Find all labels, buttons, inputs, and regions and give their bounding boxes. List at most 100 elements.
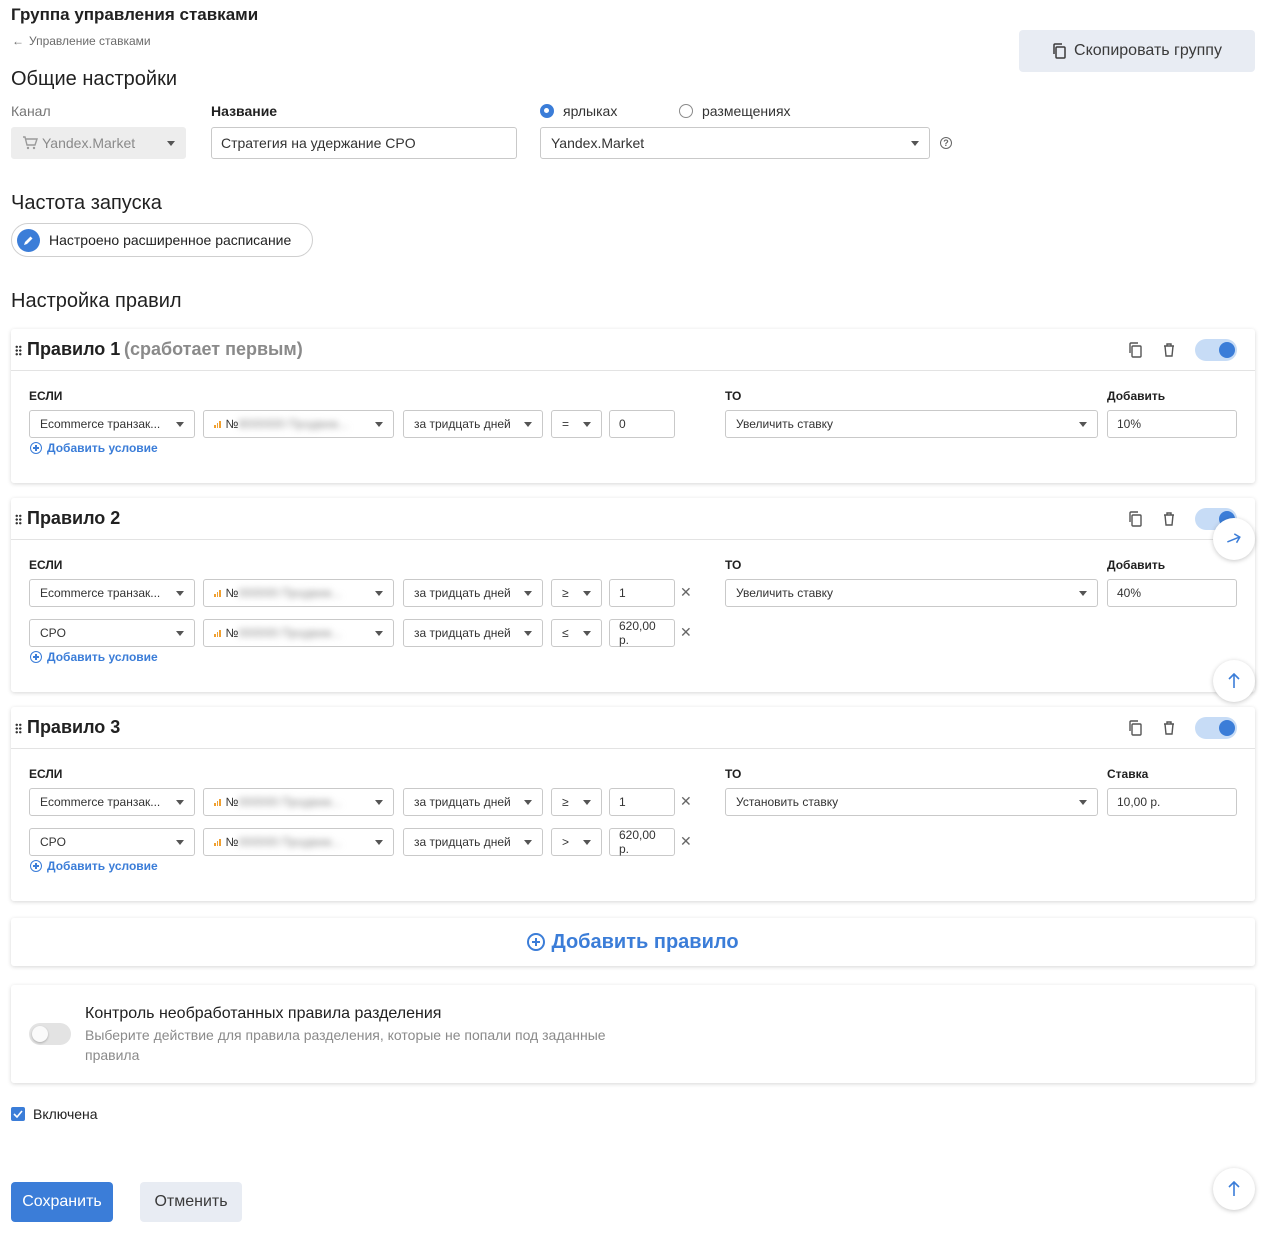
action-value-input[interactable]: 10,00 р. — [1107, 788, 1237, 816]
target-select[interactable]: Yandex.Market — [540, 127, 930, 159]
condition-value-input[interactable]: 620,00 р. — [609, 828, 675, 856]
rule-subtitle: (сработает первым) — [124, 339, 303, 359]
action-value-input[interactable]: 10% — [1107, 410, 1237, 438]
remove-condition-icon[interactable]: ✕ — [680, 833, 692, 850]
breadcrumb-link[interactable]: Управление ставками — [29, 34, 151, 48]
operator-value: ≥ — [562, 795, 569, 809]
action-select[interactable]: Установить ставку — [725, 788, 1098, 816]
action-value-input[interactable]: 40% — [1107, 579, 1237, 607]
remove-condition-icon[interactable]: ✕ — [680, 624, 692, 641]
breadcrumb[interactable]: ← Управление ставками — [12, 34, 151, 48]
object-hidden-text: 8000000 Продвиж... — [238, 417, 349, 431]
drag-handle-icon[interactable] — [15, 723, 22, 734]
cancel-button[interactable]: Отменить — [140, 1182, 242, 1222]
condition-period-select[interactable]: за тридцать дней — [403, 579, 543, 607]
copy-group-label: Скопировать группу — [1074, 42, 1222, 59]
scroll-right-button[interactable] — [1213, 518, 1255, 560]
rule-toggle[interactable] — [1195, 717, 1237, 739]
value-label: Добавить — [1107, 389, 1166, 403]
radio-labels-text: ярлыках — [563, 103, 618, 119]
delete-rule-icon[interactable] — [1160, 510, 1178, 528]
general-settings-title: Общие настройки — [11, 68, 177, 90]
copy-rule-icon[interactable] — [1126, 510, 1144, 528]
add-condition-button[interactable]: Добавить условие — [30, 859, 158, 873]
condition-value-input[interactable]: 620,00 р. — [609, 619, 675, 647]
rule-header: Правило 2 — [11, 498, 1255, 540]
bar-chart-icon — [214, 420, 221, 428]
add-rule-label: Добавить правило — [551, 930, 739, 953]
operator-value: = — [562, 417, 570, 431]
chevron-down-icon — [375, 631, 383, 636]
add-rule-button[interactable]: Добавить правило — [11, 918, 1255, 966]
chevron-down-icon — [1079, 422, 1087, 427]
condition-object-select[interactable]: № 000000 Продвиж... — [203, 788, 394, 816]
condition-metric-select[interactable]: Ecommerce транзак... — [29, 788, 195, 816]
chevron-down-icon — [1079, 800, 1087, 805]
condition-operator-select[interactable]: > — [551, 828, 602, 856]
rule-toggle[interactable] — [1195, 339, 1237, 361]
condition-value-input[interactable]: 0 — [609, 410, 675, 438]
remove-condition-icon[interactable]: ✕ — [680, 793, 692, 810]
chevron-down-icon — [583, 631, 591, 636]
condition-operator-select[interactable]: ≥ — [551, 788, 602, 816]
condition-metric-select[interactable]: Ecommerce транзак... — [29, 410, 195, 438]
period-value: за тридцать дней — [414, 626, 511, 640]
condition-object-select[interactable]: № 000000 Продвиж... — [203, 828, 394, 856]
metric-value: Ecommerce транзак... — [40, 586, 161, 600]
condition-operator-select[interactable]: ≥ — [551, 579, 602, 607]
copy-group-button[interactable]: Скопировать группу — [1019, 30, 1255, 72]
condition-object-select[interactable]: № 000000 Продвиж... — [203, 579, 394, 607]
save-button[interactable]: Сохранить — [11, 1182, 113, 1222]
condition-metric-select[interactable]: CPO — [29, 828, 195, 856]
copy-rule-icon[interactable] — [1126, 719, 1144, 737]
condition-period-select[interactable]: за тридцать дней — [403, 619, 543, 647]
unprocessed-control-card: Контроль необработанных правила разделен… — [11, 985, 1255, 1083]
drag-handle-icon[interactable] — [15, 514, 22, 525]
period-value: за тридцать дней — [414, 835, 511, 849]
action-select[interactable]: Увеличить ставку — [725, 410, 1098, 438]
condition-object-select[interactable]: № 8000000 Продвиж... — [203, 410, 394, 438]
condition-object-select[interactable]: № 000000 Продвиж... — [203, 619, 394, 647]
unprocessed-toggle[interactable] — [29, 1023, 71, 1045]
condition-period-select[interactable]: за тридцать дней — [403, 410, 543, 438]
bar-chart-icon — [214, 589, 221, 597]
enabled-checkbox[interactable]: Включена — [11, 1106, 98, 1122]
condition-value-input[interactable]: 1 — [609, 579, 675, 607]
scroll-top-button-bottom[interactable] — [1213, 1168, 1255, 1210]
condition-period-select[interactable]: за тридцать дней — [403, 788, 543, 816]
add-condition-label: Добавить условие — [47, 859, 158, 873]
condition-value-input[interactable]: 1 — [609, 788, 675, 816]
condition-value: 620,00 р. — [619, 828, 656, 856]
radio-labels[interactable]: ярлыках — [540, 103, 617, 119]
copy-rule-icon[interactable] — [1126, 341, 1144, 359]
action-select[interactable]: Увеличить ставку — [725, 579, 1098, 607]
add-condition-button[interactable]: Добавить условие — [30, 650, 158, 664]
scroll-top-button[interactable] — [1213, 660, 1255, 702]
condition-value: 0 — [619, 417, 626, 431]
delete-rule-icon[interactable] — [1160, 341, 1178, 359]
rule-title: Правило 1 — [27, 339, 121, 359]
object-hidden-text: 000000 Продвиж... — [238, 795, 342, 809]
delete-rule-icon[interactable] — [1160, 719, 1178, 737]
chevron-down-icon — [375, 840, 383, 845]
schedule-button[interactable]: Настроено расширенное расписание — [11, 223, 313, 257]
condition-operator-select[interactable]: = — [551, 410, 602, 438]
add-condition-button[interactable]: Добавить условие — [30, 441, 158, 455]
radio-placements[interactable]: размещениях — [679, 103, 791, 119]
chevron-down-icon — [583, 840, 591, 845]
condition-metric-select[interactable]: CPO — [29, 619, 195, 647]
remove-condition-icon[interactable]: ✕ — [680, 584, 692, 601]
drag-handle-icon[interactable] — [15, 345, 22, 356]
object-hidden-text: 000000 Продвиж... — [238, 835, 342, 849]
rules-title: Настройка правил — [11, 290, 182, 312]
condition-metric-select[interactable]: Ecommerce транзак... — [29, 579, 195, 607]
rule-title: Правило 3 — [27, 717, 121, 737]
rule-header: Правило 3 — [11, 707, 1255, 749]
checkbox-checked-icon — [11, 1107, 25, 1121]
name-input[interactable]: Стратегия на удержание CPO — [211, 127, 517, 159]
condition-period-select[interactable]: за тридцать дней — [403, 828, 543, 856]
arrow-right-icon — [1227, 533, 1241, 544]
help-icon[interactable]: ? — [940, 137, 952, 149]
operator-value: > — [562, 835, 570, 849]
condition-operator-select[interactable]: ≤ — [551, 619, 602, 647]
